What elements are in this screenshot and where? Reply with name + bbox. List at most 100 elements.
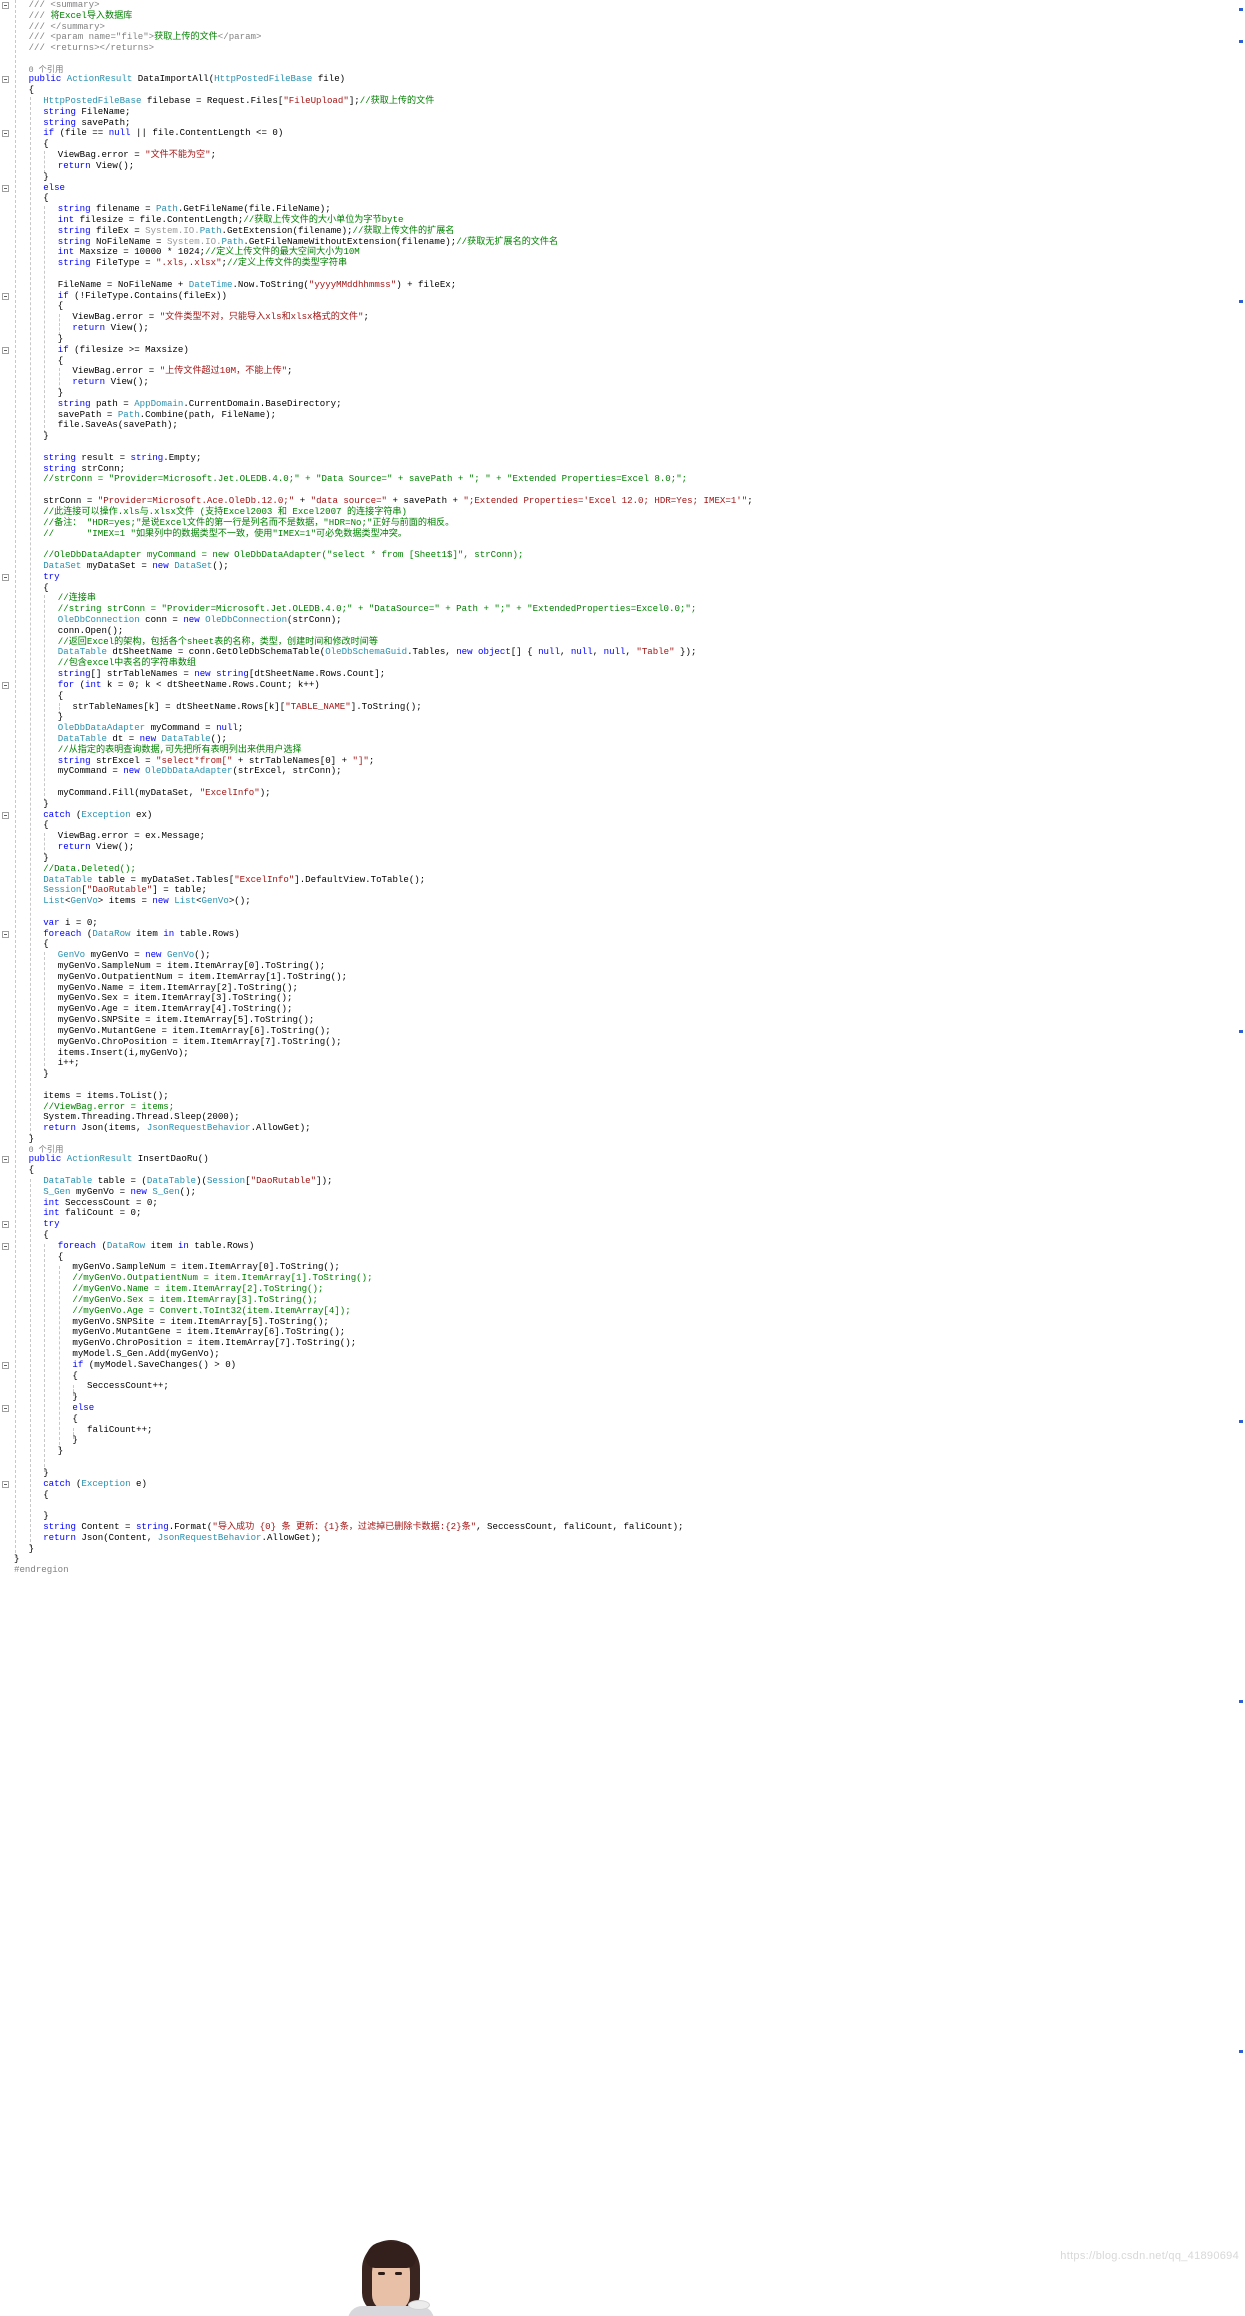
code-token: //备注： "HDR=yes;"是说Excel文件的第一行是列名而不是数据，"H…	[43, 516, 455, 528]
code-line[interactable]: /// <param name="file">获取上传的文件</param>	[0, 32, 1245, 43]
collapse-toggle-icon[interactable]	[2, 2, 9, 9]
overview-change-marker[interactable]	[1239, 1420, 1243, 1423]
code-line[interactable]: if (filesize >= Maxsize)	[0, 344, 1245, 356]
code-line[interactable]: }	[0, 430, 1245, 442]
code-line[interactable]: foreach (DataRow item in table.Rows)	[0, 928, 1245, 940]
code-line[interactable]: }	[0, 1445, 1245, 1457]
code-line[interactable]: foreach (DataRow item in table.Rows)	[0, 1240, 1245, 1252]
code-line[interactable]: ViewBag.error = "文件不能为空";	[0, 149, 1245, 161]
code-line[interactable]: }	[0, 798, 1245, 810]
collapse-toggle-icon[interactable]	[2, 1405, 9, 1412]
collapse-toggle-icon[interactable]	[2, 292, 9, 300]
code-line[interactable]: if (file == null || file.ContentLength <…	[0, 128, 1245, 139]
code-line[interactable]: string result = string.Empty;	[0, 452, 1245, 464]
collapse-toggle-icon[interactable]	[2, 76, 9, 84]
code-line[interactable]: return View();	[0, 841, 1245, 853]
code-line[interactable]	[0, 1457, 1245, 1468]
code-line[interactable]: }	[0, 1391, 1245, 1403]
code-line[interactable]: int faliCount = 0;	[0, 1207, 1245, 1219]
code-line[interactable]: {	[0, 582, 1245, 594]
code-line[interactable]: int SeccessCount = 0;	[0, 1197, 1245, 1209]
code-line[interactable]: /// 将Excel导入数据库	[0, 10, 1245, 22]
code-line[interactable]: public ActionResult InsertDaoRu()	[0, 1153, 1245, 1165]
code-line[interactable]: items.Insert(i,myGenVo);	[0, 1047, 1245, 1059]
code-line[interactable]: }	[0, 1467, 1245, 1479]
collapse-toggle-icon[interactable]	[2, 811, 9, 819]
code-line[interactable]: catch (Exception e)	[0, 1478, 1245, 1490]
code-line[interactable]: {	[0, 1489, 1245, 1501]
code-line[interactable]: }	[0, 1435, 1245, 1446]
code-line[interactable]: List<GenVo> items = new List<GenVo>();	[0, 895, 1245, 907]
code-line[interactable]: myCommand = new OleDbDataAdapter(strExce…	[0, 765, 1245, 777]
overview-change-marker[interactable]	[1239, 300, 1243, 303]
code-line[interactable]: {	[0, 1413, 1245, 1425]
code-line[interactable]: strTableNames[k] = dtSheetName.Rows[k]["…	[0, 701, 1245, 713]
code-line[interactable]: return View();	[0, 376, 1245, 388]
collapse-toggle-icon[interactable]	[2, 573, 9, 581]
code-line[interactable]: try	[0, 571, 1245, 583]
collapse-toggle-icon[interactable]	[2, 130, 9, 138]
code-line[interactable]: DataSet myDataSet = new DataSet();	[0, 560, 1245, 572]
code-line[interactable]: ViewBag.error = ex.Message;	[0, 830, 1245, 842]
code-line[interactable]: string FileType = ".xls,.xlsx";//定义上传文件的…	[0, 257, 1245, 269]
code-line[interactable]: return View();	[0, 322, 1245, 334]
code-line[interactable]	[0, 54, 1245, 65]
code-line[interactable]: //strConn = "Provider=Microsoft.Jet.OLED…	[0, 474, 1245, 485]
code-line[interactable]: }	[0, 1068, 1245, 1080]
code-line[interactable]: items = items.ToList();	[0, 1090, 1245, 1102]
collapse-toggle-icon[interactable]	[2, 1221, 9, 1229]
code-line[interactable]: }	[0, 171, 1245, 183]
collapse-toggle-icon[interactable]	[2, 930, 9, 938]
code-line[interactable]: return View();	[0, 160, 1245, 172]
code-line[interactable]: #endregion	[0, 1564, 1245, 1576]
collapse-toggle-icon[interactable]	[2, 1361, 9, 1369]
code-line[interactable]: else	[0, 182, 1245, 194]
code-line[interactable]: }	[0, 852, 1245, 864]
collapse-toggle-icon[interactable]	[2, 1242, 9, 1250]
code-line[interactable]: if (myModel.SaveChanges() > 0)	[0, 1359, 1245, 1371]
code-line[interactable]: HttpPostedFileBase filebase = Request.Fi…	[0, 95, 1245, 107]
collapse-toggle-icon[interactable]	[2, 346, 9, 354]
collapse-toggle-icon[interactable]	[2, 1156, 9, 1164]
code-lines-container[interactable]: /// <summary>/// 将Excel导入数据库/// </summar…	[0, 0, 1245, 1576]
code-line[interactable]: try	[0, 1218, 1245, 1230]
code-line[interactable]: OleDbConnection conn = new OleDbConnecti…	[0, 614, 1245, 626]
overview-change-marker[interactable]	[1239, 8, 1243, 11]
code-line[interactable]: }	[0, 1543, 1245, 1555]
code-line[interactable]	[0, 1080, 1245, 1091]
code-line[interactable]: ViewBag.error = "文件类型不对，只能导入xls和xlsx格式的文…	[0, 311, 1245, 323]
collapse-toggle-icon[interactable]	[2, 184, 9, 192]
code-line[interactable]: ViewBag.error = "上传文件超过10M，不能上传";	[0, 365, 1245, 377]
collapse-toggle-icon[interactable]	[2, 681, 9, 689]
overview-change-marker[interactable]	[1239, 1700, 1243, 1703]
overview-change-marker[interactable]	[1239, 1030, 1243, 1033]
code-line[interactable]: string FileName;	[0, 106, 1245, 118]
code-line[interactable]: myCommand.Fill(myDataSet, "ExcelInfo");	[0, 787, 1245, 799]
code-line[interactable]: }	[0, 1553, 1245, 1565]
code-line[interactable]: if (!FileType.Contains(fileEx))	[0, 290, 1245, 302]
code-line[interactable]: return Json(items, JsonRequestBehavior.A…	[0, 1122, 1245, 1134]
code-line[interactable]: faliCount++;	[0, 1424, 1245, 1436]
code-line[interactable]: }	[0, 1133, 1245, 1145]
code-line[interactable]: for (int k = 0; k < dtSheetName.Rows.Cou…	[0, 679, 1245, 691]
code-line[interactable]	[0, 1500, 1245, 1511]
code-line[interactable]: /// <summary>	[0, 0, 1245, 11]
code-line[interactable]	[0, 907, 1245, 918]
collapse-toggle-icon[interactable]	[2, 1480, 9, 1488]
overview-change-marker[interactable]	[1239, 2050, 1243, 2053]
code-line[interactable]: return Json(Content, JsonRequestBehavior…	[0, 1532, 1245, 1544]
code-line[interactable]: /// <returns></returns>	[0, 42, 1245, 54]
code-line[interactable]: catch (Exception ex)	[0, 809, 1245, 821]
code-editor-surface[interactable]: /// <summary>/// 将Excel导入数据库/// </summar…	[0, 0, 1245, 2316]
code-line[interactable]: public ActionResult DataImportAll(HttpPo…	[0, 73, 1245, 85]
code-line[interactable]: SeccessCount++;	[0, 1380, 1245, 1392]
code-token: ;	[210, 149, 217, 161]
code-line[interactable]: i++;	[0, 1057, 1245, 1069]
code-line[interactable]: {	[0, 1370, 1245, 1382]
code-line[interactable]: S_Gen myGenVo = new S_Gen();	[0, 1186, 1245, 1198]
code-line[interactable]: else	[0, 1402, 1245, 1414]
code-line[interactable]: savePath = Path.Combine(path, FileName);	[0, 409, 1245, 421]
code-line[interactable]: file.SaveAs(savePath);	[0, 419, 1245, 431]
overview-change-marker[interactable]	[1239, 40, 1243, 43]
code-line[interactable]: // "IMEX=1 "如果列中的数据类型不一致，使用"IMEX=1"可必免数据…	[0, 528, 1245, 540]
